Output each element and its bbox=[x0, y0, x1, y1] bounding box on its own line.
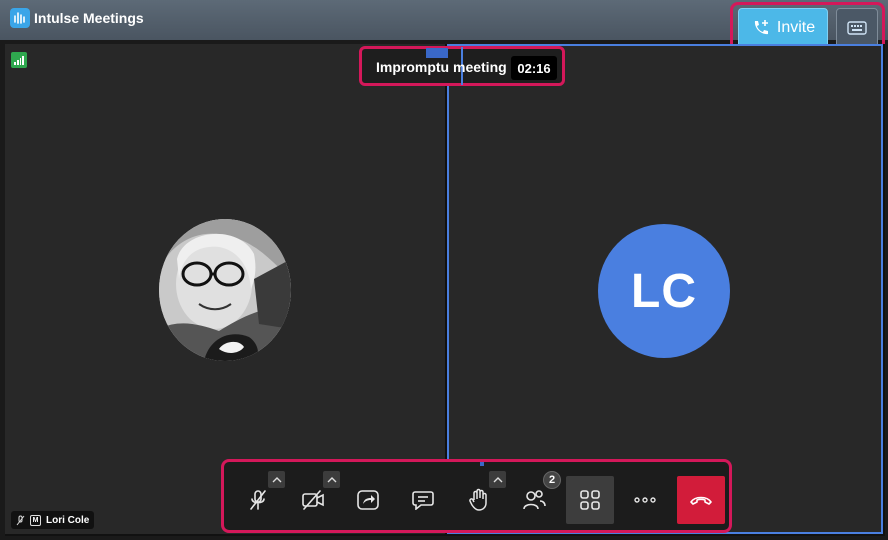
toolbar-indicator bbox=[480, 462, 484, 466]
chat-icon bbox=[412, 491, 434, 510]
connection-signal-icon[interactable] bbox=[11, 52, 27, 68]
share-screen-button[interactable] bbox=[344, 476, 392, 524]
microphone-options-caret[interactable] bbox=[268, 471, 285, 488]
intulse-logo-icon bbox=[10, 8, 30, 28]
chevron-up-icon bbox=[272, 476, 281, 482]
hang-up-icon bbox=[690, 496, 712, 505]
participant-name-tag: M Lori Cole bbox=[11, 511, 95, 529]
microphone-off-icon bbox=[250, 490, 266, 510]
participant-avatar-lc: LC bbox=[598, 224, 730, 358]
invite-button[interactable]: Invite bbox=[738, 8, 828, 48]
more-dots-icon bbox=[634, 497, 656, 503]
participant-photo bbox=[159, 219, 291, 361]
camera-off-icon bbox=[302, 490, 324, 510]
participants-icon bbox=[523, 490, 546, 510]
keyboard-shortcuts-button[interactable] bbox=[836, 8, 878, 48]
participant-name: Lori Cole bbox=[46, 514, 90, 526]
meeting-timer: 02:16 bbox=[511, 56, 557, 80]
grid-view-icon bbox=[580, 490, 600, 510]
camera-options-caret[interactable] bbox=[323, 471, 340, 488]
share-screen-icon bbox=[357, 490, 379, 510]
more-actions-button[interactable] bbox=[621, 476, 669, 524]
meeting-title: Impromptu meeting bbox=[376, 59, 507, 75]
chevron-up-icon bbox=[327, 476, 336, 482]
app-title: Intulse Meetings bbox=[34, 10, 144, 26]
muted-mic-icon bbox=[16, 515, 25, 525]
raise-hand-icon bbox=[469, 488, 487, 511]
add-call-icon bbox=[754, 20, 768, 35]
reactions-options-caret[interactable] bbox=[489, 471, 506, 488]
participants-count-badge: 2 bbox=[543, 471, 561, 489]
leave-meeting-button[interactable] bbox=[677, 476, 725, 524]
tile-divider-handle bbox=[426, 48, 448, 58]
brand: Intulse Meetings bbox=[10, 8, 144, 28]
chat-button[interactable] bbox=[399, 476, 447, 524]
chevron-up-icon bbox=[493, 476, 502, 482]
keyboard-icon bbox=[847, 21, 867, 35]
invite-label: Invite bbox=[776, 19, 816, 36]
tile-view-button[interactable] bbox=[566, 476, 614, 524]
moderator-badge: M bbox=[30, 514, 41, 526]
